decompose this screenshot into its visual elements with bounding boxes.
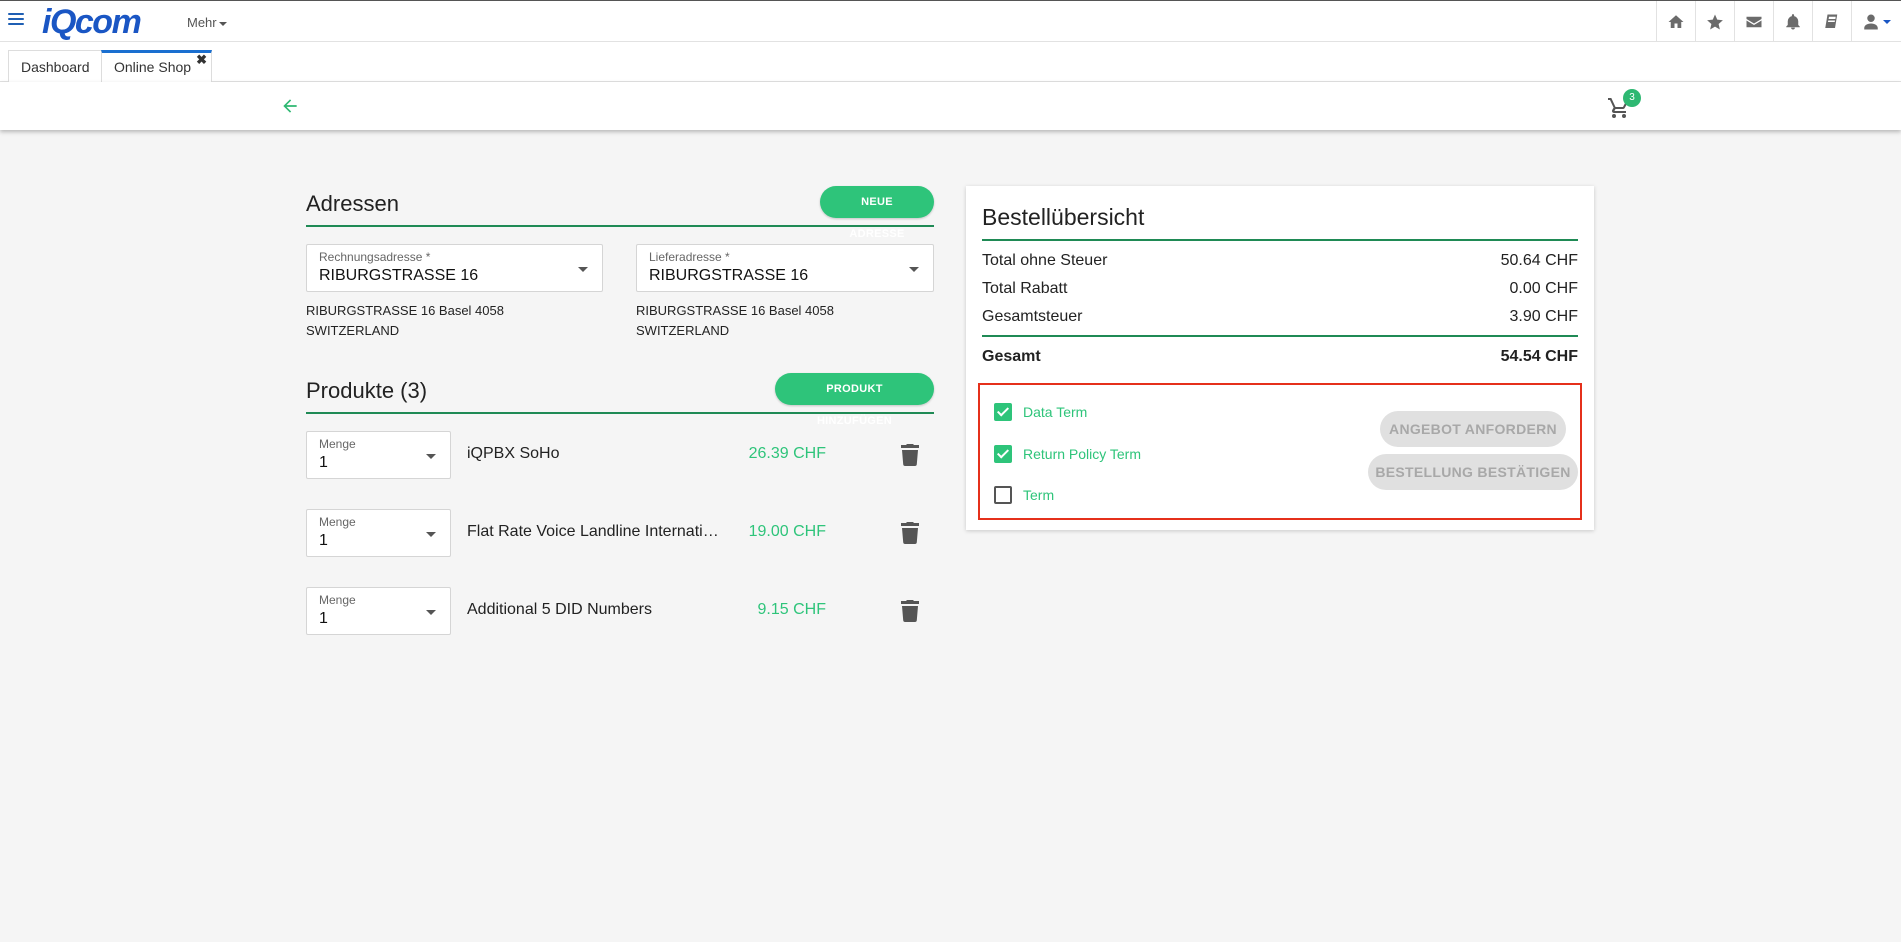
terms-section: Data Term Return Policy Term Term ANGEBO… [978, 383, 1582, 520]
trash-icon[interactable] [900, 522, 920, 544]
summary-label: Total Rabatt [982, 280, 1068, 297]
add-product-button[interactable]: PRODUKT HINZUFÜGEN [775, 373, 934, 427]
product-name: iQPBX SoHo [467, 445, 560, 462]
tab-label: Online Shop [114, 59, 192, 75]
divider [982, 335, 1578, 337]
shipping-address-label: Lieferadresse * [649, 250, 730, 264]
home-icon[interactable] [1656, 1, 1695, 42]
caret-down-icon [218, 21, 227, 26]
trash-icon[interactable] [900, 600, 920, 622]
addresses-header: Adressen NEUE ADRESSE [306, 186, 934, 240]
product-price: 9.15 CHF [757, 601, 826, 618]
book-icon[interactable] [1812, 1, 1851, 42]
dropdown-arrow-icon [426, 610, 436, 615]
user-icon [1864, 14, 1878, 29]
billing-address-line: RIBURGSTRASSE 16 Basel 4058 [306, 303, 504, 318]
tabs-bar: Dashboard Online Shop ✖ [0, 42, 1901, 82]
trash-icon[interactable] [900, 444, 920, 467]
summary-value: 0.00 CHF [1509, 280, 1578, 297]
confirm-order-button[interactable]: BESTELLUNG BESTÄTIGEN [1368, 454, 1578, 490]
total-value: 54.54 CHF [1500, 348, 1578, 365]
quantity-value: 1 [319, 532, 328, 549]
bell-icon[interactable] [1773, 1, 1812, 42]
quantity-value: 1 [319, 610, 328, 627]
summary-row: Total ohne Steuer 50.64 CHF [982, 252, 1578, 270]
dropdown-arrow-icon [909, 267, 919, 272]
billing-address-details: RIBURGSTRASSE 16 Basel 4058 SWITZERLAND [306, 301, 504, 341]
quantity-label: Menge [319, 593, 356, 607]
summary-row: Gesamtsteuer 3.90 CHF [982, 308, 1578, 326]
checkbox-checked-icon [994, 403, 1012, 421]
back-arrow-icon[interactable] [280, 96, 300, 116]
cart-count-badge: 3 [1623, 89, 1641, 107]
summary-label: Total ohne Steuer [982, 252, 1108, 269]
products-title: Produkte (3) [306, 378, 428, 403]
billing-address-value: RIBURGSTRASSE 16 [319, 267, 479, 284]
new-address-button[interactable]: NEUE ADRESSE [820, 186, 934, 240]
quantity-label: Menge [319, 437, 356, 451]
billing-address-country: SWITZERLAND [306, 323, 400, 338]
tab-dashboard[interactable]: Dashboard [8, 50, 103, 82]
checkbox-checked-icon [994, 445, 1012, 463]
divider [982, 239, 1578, 241]
shipping-address-details: RIBURGSTRASSE 16 Basel 4058 SWITZERLAND [636, 301, 834, 341]
quantity-select[interactable]: Menge 1 [306, 587, 451, 635]
caret-down-icon [1883, 19, 1891, 24]
brand-logo[interactable]: iQcom [42, 3, 142, 42]
menu-icon[interactable] [8, 13, 24, 29]
order-summary-card: Bestellübersicht Total ohne Steuer 50.64… [966, 186, 1594, 530]
quantity-select[interactable]: Menge 1 [306, 509, 451, 557]
billing-address-label: Rechnungsadresse * [319, 250, 431, 264]
shipping-address-select[interactable]: Lieferadresse * RIBURGSTRASSE 16 [636, 244, 934, 292]
summary-value: 50.64 CHF [1500, 252, 1578, 269]
product-row: Menge 1 Additional 5 DID Numbers 9.15 CH… [306, 587, 934, 637]
summary-total-row: Gesamt 54.54 CHF [982, 348, 1578, 366]
total-label: Gesamt [982, 348, 1041, 365]
quantity-value: 1 [319, 454, 328, 471]
order-summary-title: Bestellübersicht [982, 204, 1145, 230]
quantity-select[interactable]: Menge 1 [306, 431, 451, 479]
close-icon[interactable]: ✖ [196, 53, 207, 67]
summary-value: 3.90 CHF [1509, 308, 1578, 325]
product-price: 26.39 CHF [748, 445, 826, 462]
product-name: Additional 5 DID Numbers [467, 601, 652, 618]
tab-online-shop[interactable]: Online Shop ✖ [101, 50, 213, 82]
more-menu[interactable]: Mehr [187, 15, 227, 30]
product-name: Flat Rate Voice Landline International [467, 523, 722, 540]
billing-address-select[interactable]: Rechnungsadresse * RIBURGSTRASSE 16 [306, 244, 603, 292]
product-row: Menge 1 Flat Rate Voice Landline Interna… [306, 509, 934, 559]
shipping-address-value: RIBURGSTRASSE 16 [649, 267, 809, 284]
term-label: Term [1023, 487, 1055, 503]
top-navbar: iQcom Mehr [0, 0, 1901, 42]
shipping-address-country: SWITZERLAND [636, 323, 730, 338]
dropdown-arrow-icon [578, 267, 588, 272]
mail-icon[interactable] [1734, 1, 1773, 42]
dropdown-arrow-icon [426, 532, 436, 537]
cart-button[interactable]: 3 [1607, 89, 1641, 118]
shipping-address-line: RIBURGSTRASSE 16 Basel 4058 [636, 303, 834, 318]
product-price: 19.00 CHF [748, 523, 826, 540]
dropdown-arrow-icon [426, 454, 436, 459]
addresses-title: Adressen [306, 191, 399, 216]
product-row: Menge 1 iQPBX SoHo 26.39 CHF [306, 431, 934, 481]
more-menu-label: Mehr [187, 15, 217, 30]
user-menu[interactable] [1851, 1, 1901, 42]
checkbox-unchecked-icon [994, 486, 1012, 504]
term-label: Data Term [1023, 404, 1088, 420]
shop-toolbar: 3 [0, 82, 1901, 130]
summary-row: Total Rabatt 0.00 CHF [982, 280, 1578, 298]
quantity-label: Menge [319, 515, 356, 529]
term-label: Return Policy Term [1023, 446, 1142, 462]
star-icon[interactable] [1695, 1, 1734, 42]
products-header: Produkte (3) PRODUKT HINZUFÜGEN [306, 372, 934, 427]
request-quote-button[interactable]: ANGEBOT ANFORDERN [1380, 411, 1566, 447]
summary-label: Gesamtsteuer [982, 308, 1083, 325]
